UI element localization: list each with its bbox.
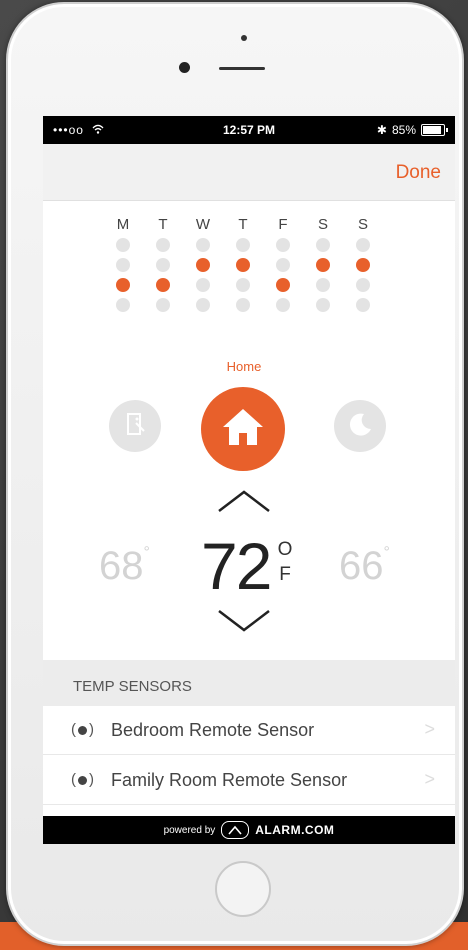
schedule-dot[interactable] xyxy=(276,238,290,252)
schedule-dot[interactable] xyxy=(316,238,330,252)
schedule-dot[interactable] xyxy=(156,258,170,272)
schedule-dot[interactable] xyxy=(196,238,210,252)
schedule-dot-active[interactable] xyxy=(156,278,170,292)
schedule-dot[interactable] xyxy=(316,298,330,312)
temp-sensors-header: TEMP SENSORS xyxy=(43,660,455,706)
mode-label-home: Home xyxy=(226,359,262,374)
day-column-sun[interactable]: S xyxy=(353,216,373,318)
schedule-dot[interactable] xyxy=(356,238,370,252)
day-column-mon[interactable]: M xyxy=(113,216,133,318)
schedule-dot[interactable] xyxy=(196,278,210,292)
sensor-signal-icon: () xyxy=(71,721,94,738)
phone-frame: •••oo 12:57 PM ✱ 85% Done M T W T F S S … xyxy=(6,2,464,946)
schedule-dot[interactable] xyxy=(156,298,170,312)
day-column-fri[interactable]: F xyxy=(273,216,293,318)
mode-button-away[interactable] xyxy=(109,400,161,452)
powered-by-text: powered by xyxy=(163,824,216,836)
schedule-dot[interactable] xyxy=(236,278,250,292)
schedule-dot[interactable] xyxy=(116,298,130,312)
proximity-sensor xyxy=(179,62,190,73)
schedule-dot-active[interactable] xyxy=(196,258,210,272)
bluetooth-icon: ✱ xyxy=(376,123,387,137)
nav-bar: Done xyxy=(43,144,455,201)
day-letter: S xyxy=(317,216,328,233)
status-bar: •••oo 12:57 PM ✱ 85% xyxy=(43,116,455,144)
day-column-thu[interactable]: T xyxy=(233,216,253,318)
alarm-logo-icon xyxy=(221,821,250,839)
mode-button-sleep[interactable] xyxy=(334,400,386,452)
battery-icon xyxy=(421,124,448,136)
day-letter: T xyxy=(158,216,168,233)
sensor-row-family-room[interactable]: () Family Room Remote Sensor > xyxy=(43,756,455,805)
schedule-dot[interactable] xyxy=(116,238,130,252)
schedule-dot[interactable] xyxy=(356,278,370,292)
moon-icon xyxy=(346,410,374,443)
schedule-dot[interactable] xyxy=(276,298,290,312)
schedule-dot[interactable] xyxy=(116,258,130,272)
done-button[interactable]: Done xyxy=(396,162,441,184)
schedule-dot-active[interactable] xyxy=(276,278,290,292)
app-screen: •••oo 12:57 PM ✱ 85% Done M T W T F S S … xyxy=(43,116,455,844)
schedule-dot[interactable] xyxy=(316,278,330,292)
day-letter: M xyxy=(116,216,130,233)
front-camera xyxy=(241,35,247,41)
sensor-signal-icon: () xyxy=(71,771,94,788)
schedule-dot-active[interactable] xyxy=(316,258,330,272)
battery-area: ✱ 85% xyxy=(376,123,448,137)
sensor-name: Family Room Remote Sensor xyxy=(111,770,348,790)
powered-by-footer: powered by ALARM.COM xyxy=(43,816,455,844)
away-temp: 68° xyxy=(99,544,150,588)
schedule-dot-active[interactable] xyxy=(236,258,250,272)
temp-unit: O F xyxy=(275,537,295,587)
home-icon xyxy=(219,405,267,454)
temp-up-chevron-icon[interactable] xyxy=(216,488,272,514)
day-column-wed[interactable]: W xyxy=(193,216,213,318)
chevron-right-icon: > xyxy=(424,719,435,739)
mode-button-home[interactable] xyxy=(201,387,285,471)
schedule-dot[interactable] xyxy=(356,298,370,312)
day-letter: T xyxy=(238,216,248,233)
brand-name: ALARM.COM xyxy=(255,823,335,837)
sensor-row-bedroom[interactable]: () Bedroom Remote Sensor > xyxy=(43,706,455,755)
temp-down-chevron-icon[interactable] xyxy=(216,608,272,634)
sleep-temp: 66° xyxy=(339,544,390,588)
day-letter: W xyxy=(195,216,211,233)
current-setpoint: 72 xyxy=(201,529,272,603)
schedule-dot[interactable] xyxy=(156,238,170,252)
schedule-dot-active[interactable] xyxy=(116,278,130,292)
away-door-icon xyxy=(122,411,148,442)
fahrenheit-label: F xyxy=(279,564,291,585)
schedule-dot-active[interactable] xyxy=(356,258,370,272)
schedule-dot[interactable] xyxy=(276,258,290,272)
schedule-dot[interactable] xyxy=(236,238,250,252)
schedule-dot[interactable] xyxy=(236,298,250,312)
sensor-name: Bedroom Remote Sensor xyxy=(111,720,315,740)
chevron-right-icon: > xyxy=(424,769,435,789)
degree-symbol: O xyxy=(277,539,293,560)
day-letter: S xyxy=(357,216,368,233)
battery-percent: 85% xyxy=(391,123,416,137)
hardware-home-button[interactable] xyxy=(215,861,271,917)
schedule-dot[interactable] xyxy=(196,298,210,312)
day-column-sat[interactable]: S xyxy=(313,216,333,318)
day-column-tue[interactable]: T xyxy=(153,216,173,318)
day-letter: F xyxy=(278,216,288,233)
earpiece-speaker xyxy=(219,67,265,70)
